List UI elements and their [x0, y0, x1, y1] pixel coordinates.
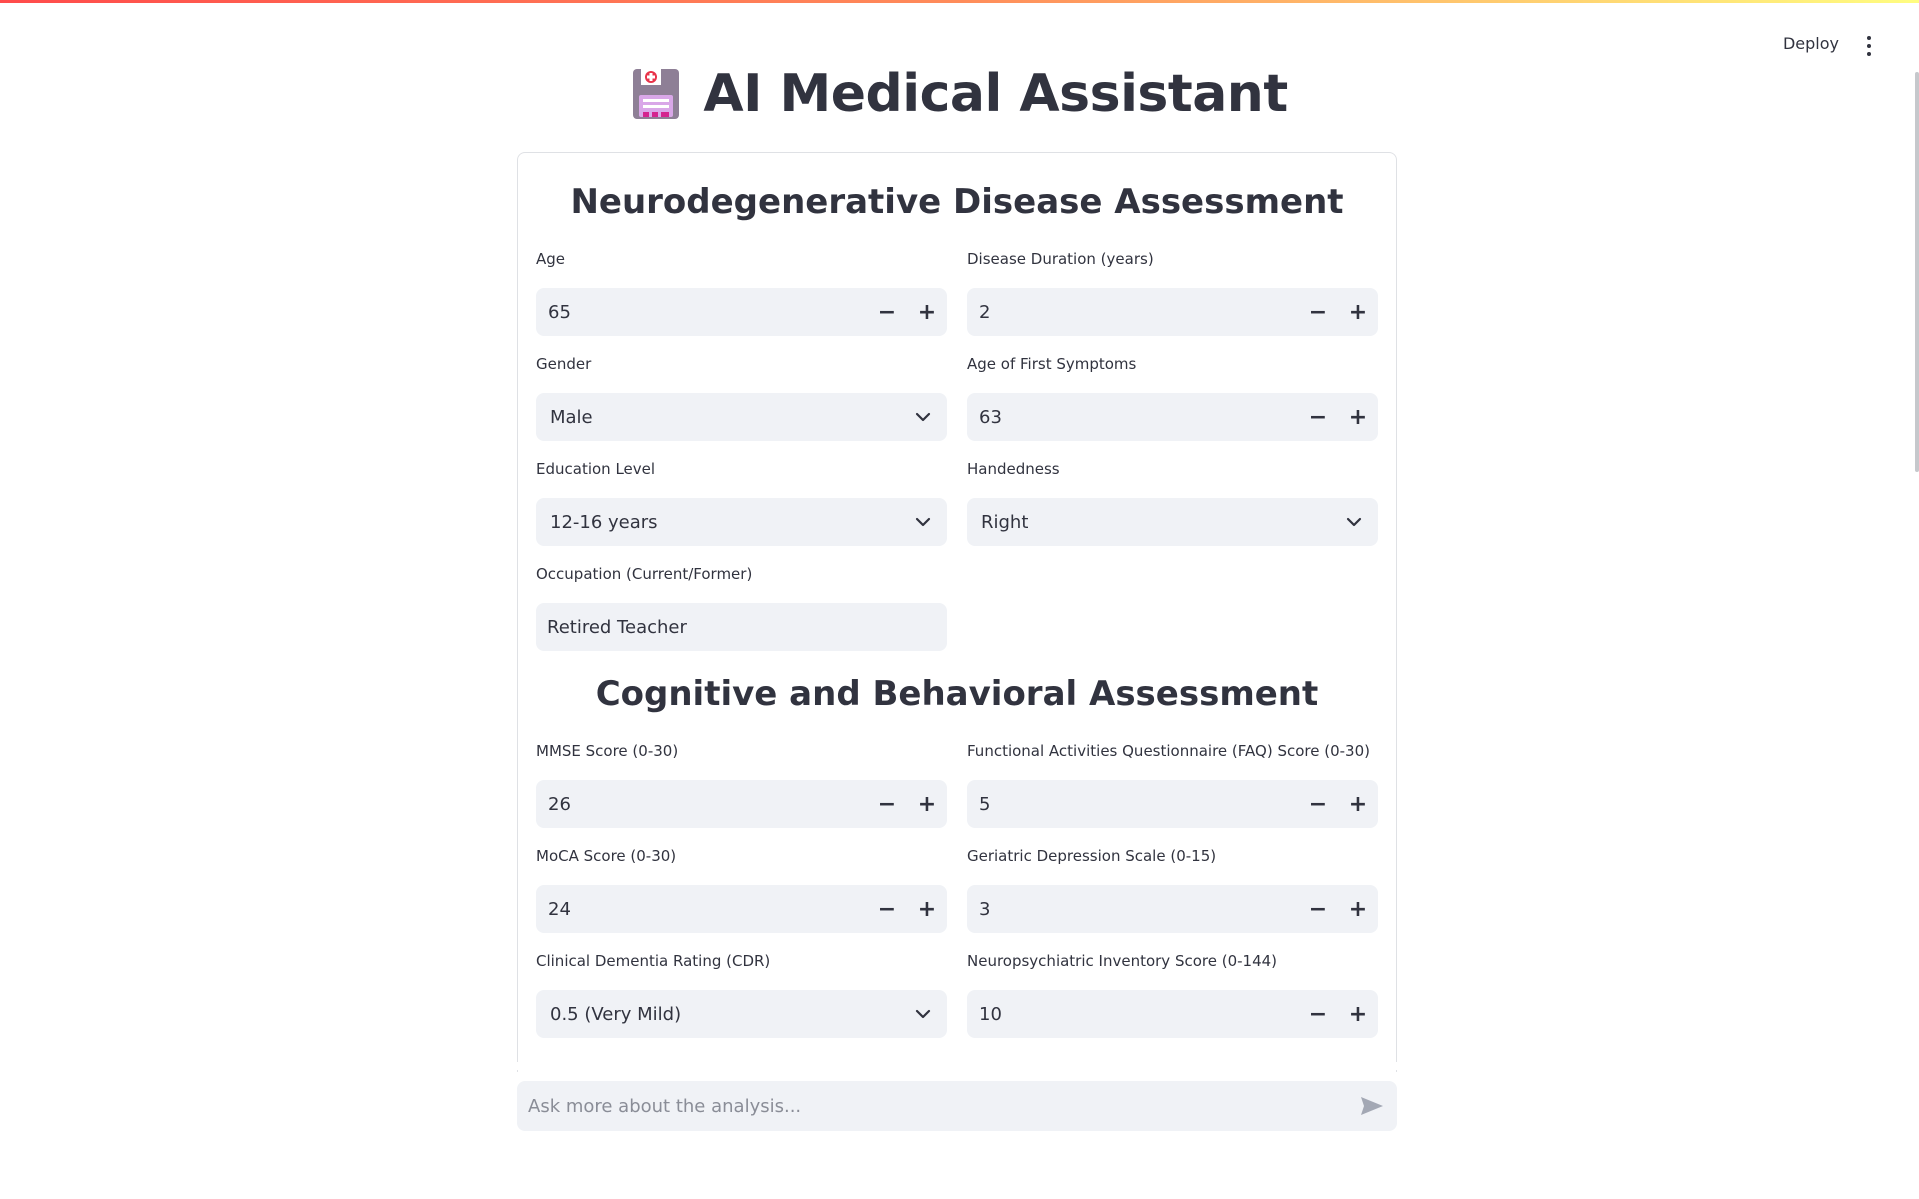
age-increment-button[interactable]: +: [907, 288, 947, 336]
send-icon[interactable]: [1347, 1081, 1397, 1131]
medical-floppy-icon: [633, 69, 680, 119]
gds-number-input[interactable]: 3 − +: [967, 885, 1378, 933]
cdr-select[interactable]: 0.5 (Very Mild): [536, 990, 947, 1038]
age-first-symptoms-field: Age of First Symptoms 63 − +: [967, 353, 1378, 441]
npi-value[interactable]: 10: [967, 1004, 1298, 1025]
disease-duration-value[interactable]: 2: [967, 302, 1298, 323]
age-first-symptoms-label: Age of First Symptoms: [967, 355, 1137, 373]
scrollbar[interactable]: [1915, 72, 1919, 472]
handedness-field: Handedness Right: [967, 458, 1378, 546]
gds-decrement-button[interactable]: −: [1298, 885, 1338, 933]
top-decoration-bar: [0, 0, 1919, 3]
occupation-text-input[interactable]: Retired Teacher: [536, 603, 947, 651]
npi-number-input[interactable]: 10 − +: [967, 990, 1378, 1038]
faq-field: Functional Activities Questionnaire (FAQ…: [967, 740, 1378, 828]
age-first-symptoms-value[interactable]: 63: [967, 407, 1298, 428]
chevron-down-icon[interactable]: [899, 393, 947, 441]
cdr-label: Clinical Dementia Rating (CDR): [536, 952, 771, 970]
gds-label: Geriatric Depression Scale (0-15): [967, 847, 1217, 865]
handedness-value[interactable]: Right: [967, 512, 1330, 533]
moca-label: MoCA Score (0-30): [536, 847, 677, 865]
main-menu-icon[interactable]: [1859, 34, 1879, 58]
moca-decrement-button[interactable]: −: [867, 885, 907, 933]
chevron-down-icon[interactable]: [1330, 498, 1378, 546]
chat-input-bar: [517, 1081, 1397, 1131]
education-field: Education Level 12-16 years: [536, 458, 947, 546]
age-field: Age 65 − +: [536, 248, 947, 336]
education-select[interactable]: 12-16 years: [536, 498, 947, 546]
npi-decrement-button[interactable]: −: [1298, 990, 1338, 1038]
section-title-demographics: Neurodegenerative Disease Assessment: [570, 182, 1344, 222]
chevron-down-icon[interactable]: [899, 498, 947, 546]
education-label: Education Level: [536, 460, 656, 478]
faq-label: Functional Activities Questionnaire (FAQ…: [967, 742, 1370, 760]
education-value[interactable]: 12-16 years: [536, 512, 899, 533]
age-value[interactable]: 65: [536, 302, 867, 323]
age-decrement-button[interactable]: −: [867, 288, 907, 336]
mmse-number-input[interactable]: 26 − +: [536, 780, 947, 828]
occupation-label: Occupation (Current/Former): [536, 565, 753, 583]
mmse-label: MMSE Score (0-30): [536, 742, 679, 760]
gender-field: Gender Male: [536, 353, 947, 441]
occupation-value[interactable]: Retired Teacher: [536, 617, 947, 638]
content-cutoff: [0, 1062, 1919, 1070]
moca-number-input[interactable]: 24 − +: [536, 885, 947, 933]
chevron-down-icon[interactable]: [899, 990, 947, 1038]
npi-increment-button[interactable]: +: [1338, 990, 1378, 1038]
moca-value[interactable]: 24: [536, 899, 867, 920]
age-number-input[interactable]: 65 − +: [536, 288, 947, 336]
disease-duration-decrement-button[interactable]: −: [1298, 288, 1338, 336]
gds-field: Geriatric Depression Scale (0-15) 3 − +: [967, 845, 1378, 933]
age-first-symptoms-decrement-button[interactable]: −: [1298, 393, 1338, 441]
gds-increment-button[interactable]: +: [1338, 885, 1378, 933]
cdr-field: Clinical Dementia Rating (CDR) 0.5 (Very…: [536, 950, 947, 1038]
gds-value[interactable]: 3: [967, 899, 1298, 920]
faq-number-input[interactable]: 5 − +: [967, 780, 1378, 828]
deploy-button[interactable]: Deploy: [1783, 34, 1839, 53]
faq-value[interactable]: 5: [967, 794, 1298, 815]
mmse-decrement-button[interactable]: −: [867, 780, 907, 828]
moca-field: MoCA Score (0-30) 24 − +: [536, 845, 947, 933]
npi-field: Neuropsychiatric Inventory Score (0-144)…: [967, 950, 1378, 1038]
disease-duration-number-input[interactable]: 2 − +: [967, 288, 1378, 336]
chat-input[interactable]: [517, 1081, 1347, 1131]
mmse-value[interactable]: 26: [536, 794, 867, 815]
gender-label: Gender: [536, 355, 592, 373]
cdr-value[interactable]: 0.5 (Very Mild): [536, 1004, 899, 1025]
age-label: Age: [536, 250, 566, 268]
faq-increment-button[interactable]: +: [1338, 780, 1378, 828]
page-title: AI Medical Assistant: [703, 64, 1288, 124]
disease-duration-label: Disease Duration (years): [967, 250, 1154, 268]
gender-value[interactable]: Male: [536, 407, 899, 428]
section-title-cognitive: Cognitive and Behavioral Assessment: [595, 674, 1319, 714]
mmse-field: MMSE Score (0-30) 26 − +: [536, 740, 947, 828]
app-header: AI Medical Assistant: [0, 64, 1919, 124]
handedness-select[interactable]: Right: [967, 498, 1378, 546]
disease-duration-field: Disease Duration (years) 2 − +: [967, 248, 1378, 336]
occupation-field: Occupation (Current/Former) Retired Teac…: [536, 563, 947, 651]
moca-increment-button[interactable]: +: [907, 885, 947, 933]
handedness-label: Handedness: [967, 460, 1060, 478]
gender-select[interactable]: Male: [536, 393, 947, 441]
faq-decrement-button[interactable]: −: [1298, 780, 1338, 828]
npi-label: Neuropsychiatric Inventory Score (0-144): [967, 952, 1278, 970]
age-first-symptoms-number-input[interactable]: 63 − +: [967, 393, 1378, 441]
mmse-increment-button[interactable]: +: [907, 780, 947, 828]
age-first-symptoms-increment-button[interactable]: +: [1338, 393, 1378, 441]
disease-duration-increment-button[interactable]: +: [1338, 288, 1378, 336]
